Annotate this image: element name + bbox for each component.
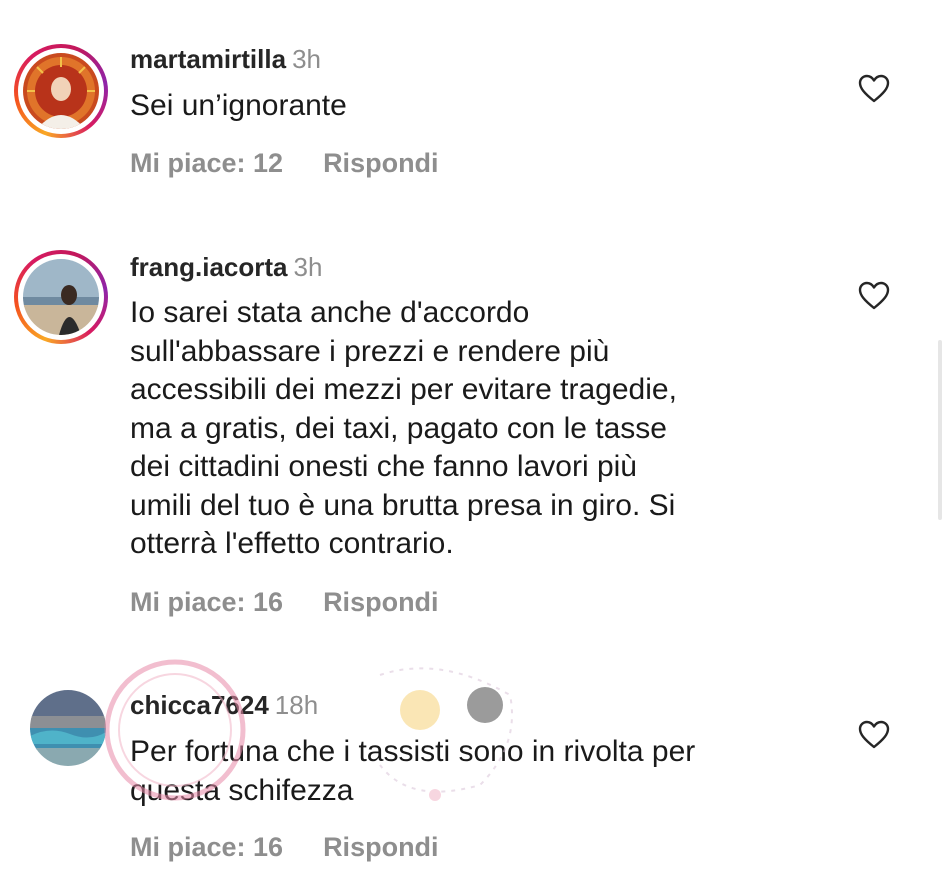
- comment-text-line: Per fortuna che i tassisti sono in rivol…: [130, 735, 696, 768]
- likes-count[interactable]: Mi piace: 16: [130, 832, 283, 862]
- comment-username[interactable]: chicca7624 18h: [130, 690, 318, 721]
- comment-time: 18h: [274, 690, 319, 720]
- comment: chicca7624 18h Per fortuna che i tassisti…: [0, 0, 946, 878]
- scrollbar[interactable]: [938, 340, 942, 520]
- avatar[interactable]: [14, 676, 108, 770]
- comment-actions: Mi piace: 16 Rispondi: [130, 832, 439, 863]
- reply-button[interactable]: Rispondi: [323, 832, 439, 862]
- avatar-image: [30, 690, 106, 766]
- comment-text: Per fortuna che i tassisti sono in rivol…: [130, 733, 830, 810]
- username-link[interactable]: chicca7624: [130, 690, 269, 720]
- comment-text-line: questa schifezza: [130, 773, 354, 807]
- heart-outline-icon[interactable]: [858, 720, 890, 750]
